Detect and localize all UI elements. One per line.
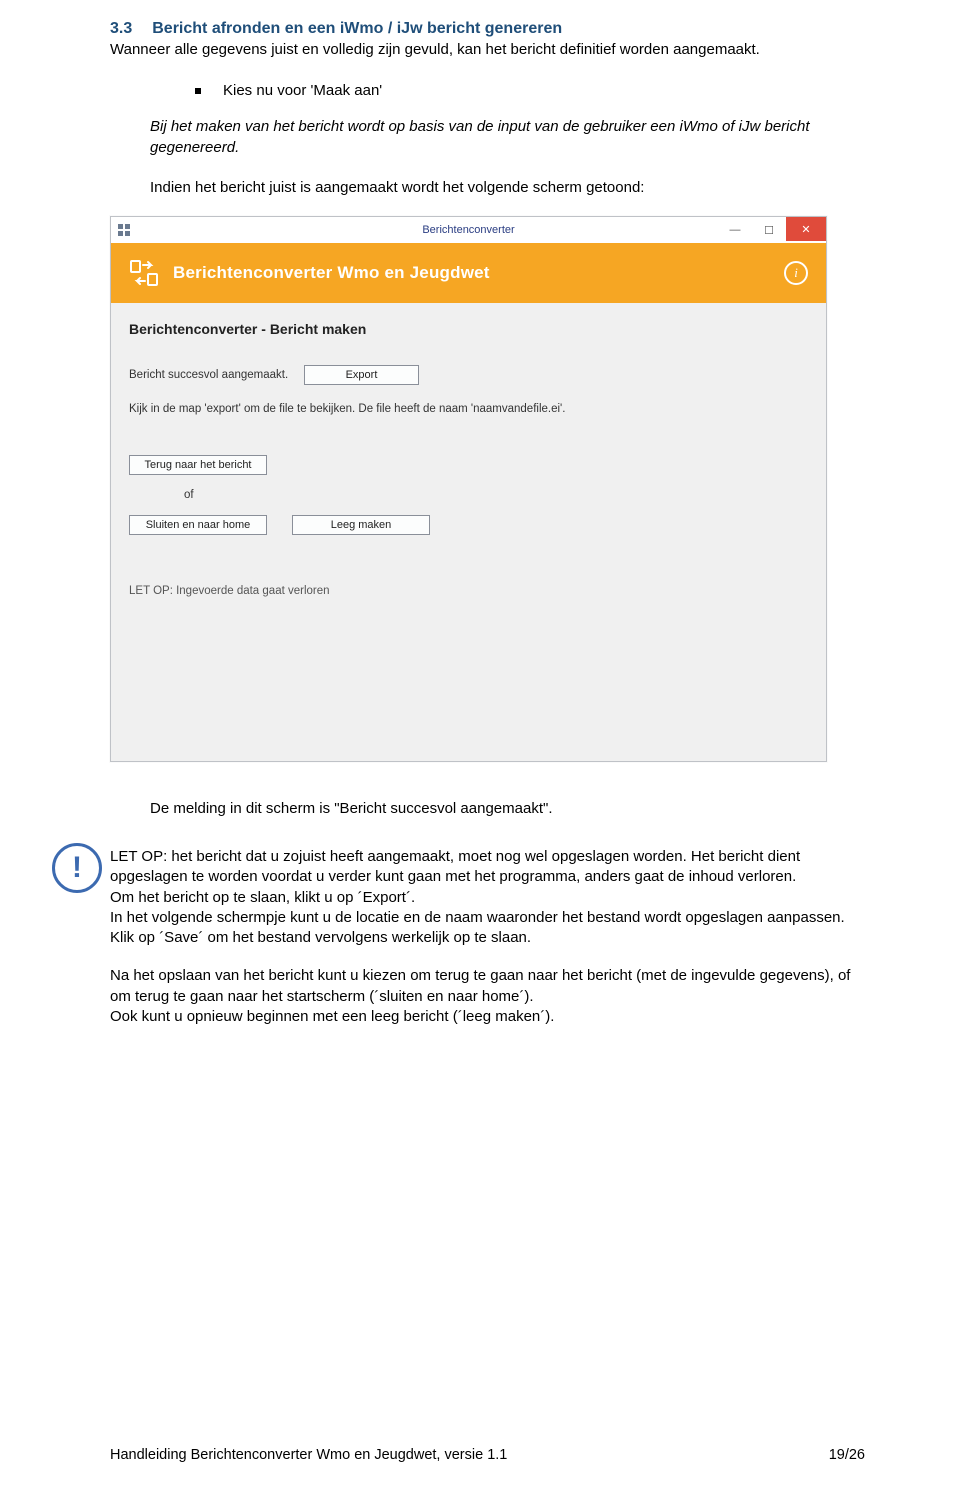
convert-icon [129,258,159,288]
app-body: Berichtenconverter - Bericht maken Beric… [111,303,826,761]
window-title: Berichtenconverter [422,224,514,236]
success-row: Bericht succesvol aangemaakt. Export [129,365,808,385]
italic-note: Bij het maken van het bericht wordt op b… [150,117,865,158]
document-page: 3.3 Bericht afronden en een iWmo / iJw be… [0,0,960,1487]
app-window: Berichtenconverter — ☐ ✕ Berichtenconver… [110,216,827,762]
note-p1: LET OP: het bericht dat u zojuist heeft … [110,847,865,888]
app-subtitle: Berichtenconverter - Bericht maken [129,321,808,337]
minimize-button[interactable]: — [718,219,752,241]
export-hint: Kijk in de map 'export' om de file te be… [129,403,808,415]
bullet-item: Kies nu voor 'Maak aan' [195,82,865,99]
section-title-text: Bericht afronden en een iWmo / iJw beric… [152,20,562,37]
bullet-text: Kies nu voor 'Maak aan' [223,82,382,99]
note-p4: Na het opslaan van het bericht kunt u ki… [110,966,865,1007]
bullet-square-icon [195,88,201,94]
section-intro: Wanneer alle gegevens juist en volledig … [110,40,865,60]
exclamation-icon: ! [52,843,102,893]
footer-page-number: 19/26 [829,1447,865,1463]
app-header-title: Berichtenconverter Wmo en Jeugdwet [173,263,490,283]
section-number: 3.3 [110,20,132,38]
close-and-home-button[interactable]: Sluiten en naar home [129,515,267,535]
note-p5: Ook kunt u opnieuw beginnen met een leeg… [110,1007,865,1027]
success-label: Bericht succesvol aangemaakt. [129,369,304,381]
close-button[interactable]: ✕ [786,217,826,241]
section-heading: 3.3 Bericht afronden en een iWmo / iJw be… [110,20,865,38]
window-controls: — ☐ ✕ [718,217,826,243]
screenshot-caption: De melding in dit scherm is "Bericht suc… [150,800,865,817]
or-label: of [184,489,808,501]
export-button[interactable]: Export [304,365,419,385]
back-to-message-button[interactable]: Terug naar het bericht [129,455,267,475]
data-loss-warning: LET OP: Ingevoerde data gaat verloren [129,585,808,597]
note-block: ! LET OP: het bericht dat u zojuist heef… [110,847,865,1027]
note-p2: Om het bericht op te slaan, klikt u op ´… [110,888,865,908]
note-p3: In het volgende schermpje kunt u de loca… [110,908,865,949]
window-titlebar: Berichtenconverter — ☐ ✕ [111,217,826,243]
info-icon[interactable]: i [784,261,808,285]
footer-left: Handleiding Berichtenconverter Wmo en Je… [110,1447,507,1463]
pre-screenshot-text: Indien het bericht juist is aangemaakt w… [150,178,865,198]
page-footer: Handleiding Berichtenconverter Wmo en Je… [110,1447,865,1463]
maximize-button[interactable]: ☐ [752,219,786,241]
app-header: Berichtenconverter Wmo en Jeugdwet i [111,243,826,303]
bottom-button-row: Sluiten en naar home Leeg maken [129,515,808,535]
clear-button[interactable]: Leeg maken [292,515,430,535]
app-icon [117,223,131,237]
